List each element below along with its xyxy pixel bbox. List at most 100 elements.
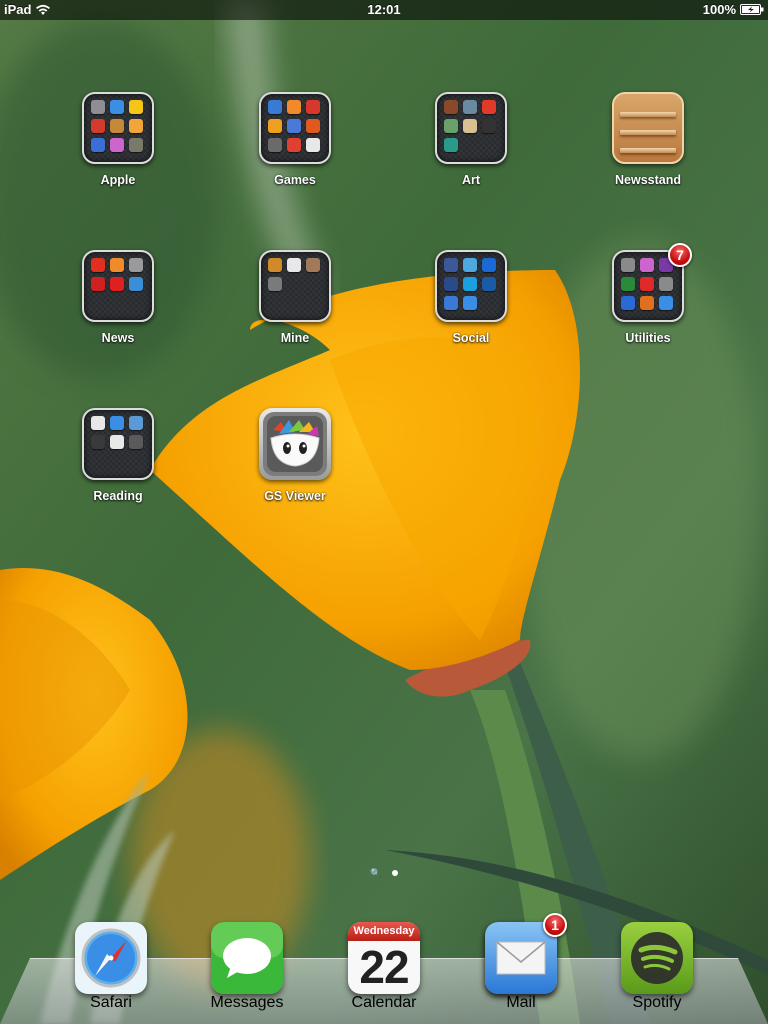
- status-right: 100%: [703, 2, 764, 17]
- folder-mini-app-icon: [287, 138, 301, 152]
- folder-mini-app-icon: [621, 258, 635, 272]
- folder-mini-app-icon: [463, 119, 477, 133]
- folder-mini-app-icon: [463, 258, 477, 272]
- messages-bubble-icon: [211, 922, 283, 994]
- folder-mini-app-icon: [463, 100, 477, 114]
- folder-label: Social: [452, 331, 490, 345]
- folder-mini-app-icon: [129, 435, 143, 449]
- spotify-icon: [621, 922, 693, 994]
- folder-mini-app-icon: [482, 277, 496, 291]
- folder-icon: [82, 408, 154, 480]
- folder-label: Reading: [93, 489, 143, 503]
- folder-mini-app-icon: [268, 138, 282, 152]
- folder-mini-app-icon: [129, 416, 143, 430]
- folder-mini-app-icon: [110, 416, 124, 430]
- dock-app-safari[interactable]: Safari: [61, 922, 161, 1012]
- dock-label: Messages: [210, 994, 284, 1011]
- folder-mini-app-icon: [129, 277, 143, 291]
- folder-mini-app-icon: [91, 258, 105, 272]
- folder-mini-app-icon: [268, 119, 282, 133]
- dock-label: Safari: [90, 994, 132, 1011]
- folder-reading[interactable]: Reading: [58, 408, 178, 503]
- folder-mini-app-icon: [463, 296, 477, 310]
- folder-mini-app-icon: [640, 277, 654, 291]
- folder-mini-app-icon: [640, 296, 654, 310]
- folder-social[interactable]: Social: [411, 250, 531, 345]
- folder-mine[interactable]: Mine: [235, 250, 355, 345]
- folder-icon: [435, 92, 507, 164]
- folder-mini-app-icon: [287, 258, 301, 272]
- folder-mini-app-icon: [306, 100, 320, 114]
- dock-label: Calendar: [351, 994, 417, 1011]
- folder-label: News: [101, 331, 135, 345]
- folder-games[interactable]: Games: [235, 92, 355, 187]
- folder-apple[interactable]: Apple: [58, 92, 178, 187]
- folder-label: Art: [461, 173, 481, 187]
- folder-icon: [259, 250, 331, 322]
- folder-icon: [82, 250, 154, 322]
- folder-mini-app-icon: [110, 277, 124, 291]
- folder-mini-app-icon: [482, 100, 496, 114]
- folder-art[interactable]: Art: [411, 92, 531, 187]
- status-clock: 12:01: [367, 2, 401, 17]
- folder-mini-app-icon: [91, 277, 105, 291]
- dock-app-messages[interactable]: Messages: [197, 922, 297, 1012]
- folder-mini-app-icon: [287, 100, 301, 114]
- folder-mini-app-icon: [444, 138, 458, 152]
- folder-mini-app-icon: [129, 258, 143, 272]
- folder-mini-app-icon: [444, 296, 458, 310]
- folder-mini-app-icon: [110, 435, 124, 449]
- folder-mini-app-icon: [110, 100, 124, 114]
- page-dot-current[interactable]: [391, 870, 398, 876]
- folder-mini-app-icon: [640, 258, 654, 272]
- folder-mini-app-icon: [268, 100, 282, 114]
- folder-mini-app-icon: [306, 138, 320, 152]
- dock-app-spotify[interactable]: Spotify: [607, 922, 707, 1012]
- folder-mini-app-icon: [91, 416, 105, 430]
- folder-mini-app-icon: [110, 119, 124, 133]
- folder-mini-app-icon: [463, 277, 477, 291]
- folder-label: Mine: [280, 331, 310, 345]
- folder-icon: 7: [612, 243, 692, 322]
- folder-mini-app-icon: [659, 277, 673, 291]
- safari-compass-icon: [75, 922, 147, 994]
- folder-icon: [435, 250, 507, 322]
- mail-tile: 1: [485, 913, 567, 994]
- folder-mini-app-icon: [306, 119, 320, 133]
- folder-preview-grid: [268, 100, 320, 152]
- app-gs-viewer[interactable]: GS Viewer: [235, 408, 355, 503]
- status-bar: iPad 12:01 100%: [0, 0, 768, 20]
- folder-label: Utilities: [625, 331, 671, 345]
- folder-mini-app-icon: [91, 100, 105, 114]
- folder-mini-app-icon: [129, 100, 143, 114]
- folder-utilities[interactable]: 7 Utilities: [588, 243, 708, 345]
- battery-charging-icon: [740, 4, 764, 15]
- gs-viewer-icon: [259, 408, 331, 480]
- folder-mini-app-icon: [621, 296, 635, 310]
- dock-label: Spotify: [632, 994, 682, 1011]
- notification-badge: 7: [668, 243, 692, 267]
- folder-preview-grid: [268, 258, 320, 291]
- folder-mini-app-icon: [482, 258, 496, 272]
- folder-mini-app-icon: [444, 258, 458, 272]
- folder-mini-app-icon: [91, 435, 105, 449]
- folder-label: Games: [274, 173, 316, 187]
- folder-mini-app-icon: [287, 119, 301, 133]
- calendar-icon: Wednesday 22: [348, 922, 420, 994]
- folder-news[interactable]: News: [58, 250, 178, 345]
- folder-mini-app-icon: [129, 138, 143, 152]
- dock-app-mail[interactable]: 1 Mail: [471, 913, 571, 1012]
- page-indicator[interactable]: 🔍: [0, 869, 768, 878]
- dock-app-calendar[interactable]: Wednesday 22 Calendar: [334, 922, 434, 1012]
- folder-mini-app-icon: [268, 258, 282, 272]
- folder-mini-app-icon: [444, 100, 458, 114]
- spotlight-search-icon[interactable]: 🔍: [370, 869, 381, 878]
- folder-mini-app-icon: [659, 296, 673, 310]
- folder-mini-app-icon: [482, 119, 496, 133]
- folder-mini-app-icon: [444, 119, 458, 133]
- folder-mini-app-icon: [268, 277, 282, 291]
- newsstand-icon: [612, 92, 684, 164]
- app-newsstand[interactable]: Newsstand: [588, 92, 708, 187]
- app-label: GS Viewer: [264, 489, 326, 503]
- folder-preview-grid: [91, 416, 143, 449]
